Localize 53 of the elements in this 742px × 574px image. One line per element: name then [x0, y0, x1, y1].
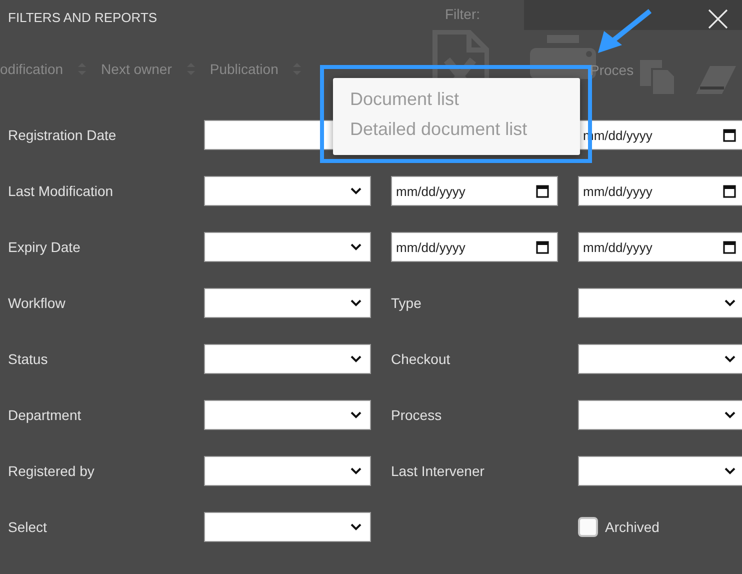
dropdown-field[interactable]	[204, 344, 371, 374]
window-title: FILTERS AND REPORTS	[8, 10, 158, 25]
chevron-down-icon	[724, 299, 736, 307]
pointer-arrow	[596, 9, 652, 55]
eraser-icon[interactable]	[696, 64, 736, 96]
chevron-down-icon	[350, 467, 362, 475]
field-label: Registered by	[8, 463, 96, 479]
chevron-down-icon	[350, 355, 362, 363]
date-field[interactable]: mm/dd/yyyy	[578, 232, 742, 262]
date-field[interactable]: mm/dd/yyyy	[578, 176, 742, 206]
calendar-icon[interactable]	[723, 128, 736, 142]
dropdown-field[interactable]	[204, 456, 371, 486]
dropdown-field[interactable]	[204, 176, 371, 206]
field-label: Process	[391, 407, 442, 423]
field-label: Select	[8, 519, 48, 535]
dropdown-field[interactable]	[204, 232, 371, 262]
chevron-down-icon	[724, 355, 736, 363]
date-field[interactable]: mm/dd/yyyy	[391, 176, 558, 206]
dropdown-field[interactable]	[578, 400, 742, 430]
dropdown-field[interactable]	[578, 344, 742, 374]
chevron-down-icon	[724, 467, 736, 475]
field-label: Workflow	[8, 295, 66, 311]
column-header: Next owner	[101, 61, 172, 77]
chevron-down-icon	[350, 187, 362, 195]
chevron-down-icon	[350, 523, 362, 531]
calendar-icon[interactable]	[536, 240, 549, 254]
checkbox[interactable]	[578, 517, 598, 537]
field-label: Checkout	[391, 351, 450, 367]
chevron-down-icon	[350, 243, 362, 251]
column-header: odification	[0, 61, 64, 77]
chevron-down-icon	[724, 411, 736, 419]
column-header: Publication	[210, 61, 278, 77]
dropdown-field[interactable]	[204, 400, 371, 430]
field-label: Expiry Date	[8, 239, 82, 255]
dropdown-field[interactable]	[204, 512, 371, 542]
chevron-down-icon	[350, 299, 362, 307]
chevron-down-icon	[350, 411, 362, 419]
field-label: Status	[8, 351, 49, 367]
close-icon[interactable]	[708, 9, 728, 29]
calendar-icon[interactable]	[723, 240, 736, 254]
dropdown-field[interactable]	[578, 288, 742, 318]
field-label: Department	[8, 407, 82, 423]
date-field[interactable]: mm/dd/yyyy	[391, 232, 558, 262]
filter-label: Filter:	[445, 6, 480, 22]
dropdown-field[interactable]	[204, 288, 371, 318]
field-label: Last Intervener	[391, 463, 484, 479]
field-label: Last Modification	[8, 183, 114, 199]
checkbox-label[interactable]: Archived	[605, 519, 660, 535]
dropdown-field[interactable]	[578, 456, 742, 486]
field-label: Registration Date	[8, 127, 118, 143]
calendar-icon[interactable]	[723, 184, 736, 198]
calendar-icon[interactable]	[536, 184, 549, 198]
field-label: Type	[391, 295, 422, 311]
